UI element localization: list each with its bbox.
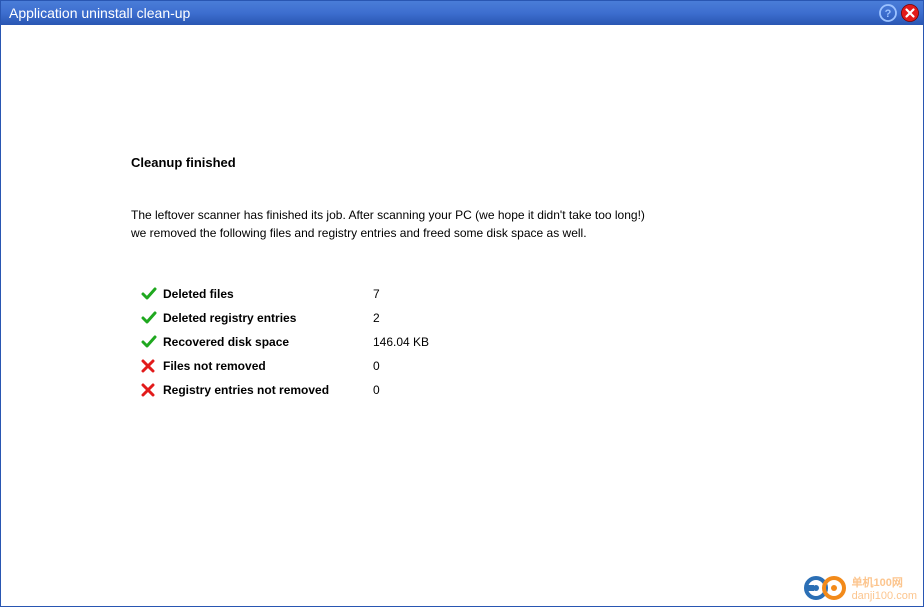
help-icon: ? xyxy=(879,4,897,22)
result-row: Registry entries not removed 0 xyxy=(141,378,793,402)
x-icon xyxy=(141,359,163,373)
watermark-url: danji100.com xyxy=(852,590,917,602)
result-value: 0 xyxy=(373,359,473,373)
check-icon xyxy=(141,334,163,350)
close-icon xyxy=(901,4,919,22)
result-value: 0 xyxy=(373,383,473,397)
description: The leftover scanner has finished its jo… xyxy=(131,206,793,242)
x-icon xyxy=(141,383,163,397)
result-value: 146.04 KB xyxy=(373,335,473,349)
description-line1: The leftover scanner has finished its jo… xyxy=(131,208,645,222)
result-row: Deleted files 7 xyxy=(141,282,793,306)
help-button[interactable]: ? xyxy=(879,4,897,22)
titlebar: Application uninstall clean-up ? xyxy=(1,1,923,25)
check-icon xyxy=(141,310,163,326)
results-list: Deleted files 7 Deleted registry entries… xyxy=(141,282,793,402)
titlebar-buttons: ? xyxy=(879,4,919,22)
watermark-brand: 单机100网 xyxy=(852,574,917,590)
watermark: 单机100网 danji100.com xyxy=(804,574,917,602)
window: Application uninstall clean-up ? Cleanup… xyxy=(0,0,924,607)
result-row: Files not removed 0 xyxy=(141,354,793,378)
check-icon xyxy=(141,286,163,302)
result-value: 2 xyxy=(373,311,473,325)
window-title: Application uninstall clean-up xyxy=(9,5,879,21)
result-label: Deleted files xyxy=(163,287,373,301)
result-label: Recovered disk space xyxy=(163,335,373,349)
close-button[interactable] xyxy=(901,4,919,22)
result-row: Deleted registry entries 2 xyxy=(141,306,793,330)
content-area: Cleanup finished The leftover scanner ha… xyxy=(1,25,923,606)
watermark-logo-icon xyxy=(804,575,848,601)
result-label: Deleted registry entries xyxy=(163,311,373,325)
description-line2: we removed the following files and regis… xyxy=(131,226,587,240)
result-label: Registry entries not removed xyxy=(163,383,373,397)
result-value: 7 xyxy=(373,287,473,301)
result-row: Recovered disk space 146.04 KB xyxy=(141,330,793,354)
heading: Cleanup finished xyxy=(131,155,793,170)
result-label: Files not removed xyxy=(163,359,373,373)
svg-text:?: ? xyxy=(885,8,892,20)
